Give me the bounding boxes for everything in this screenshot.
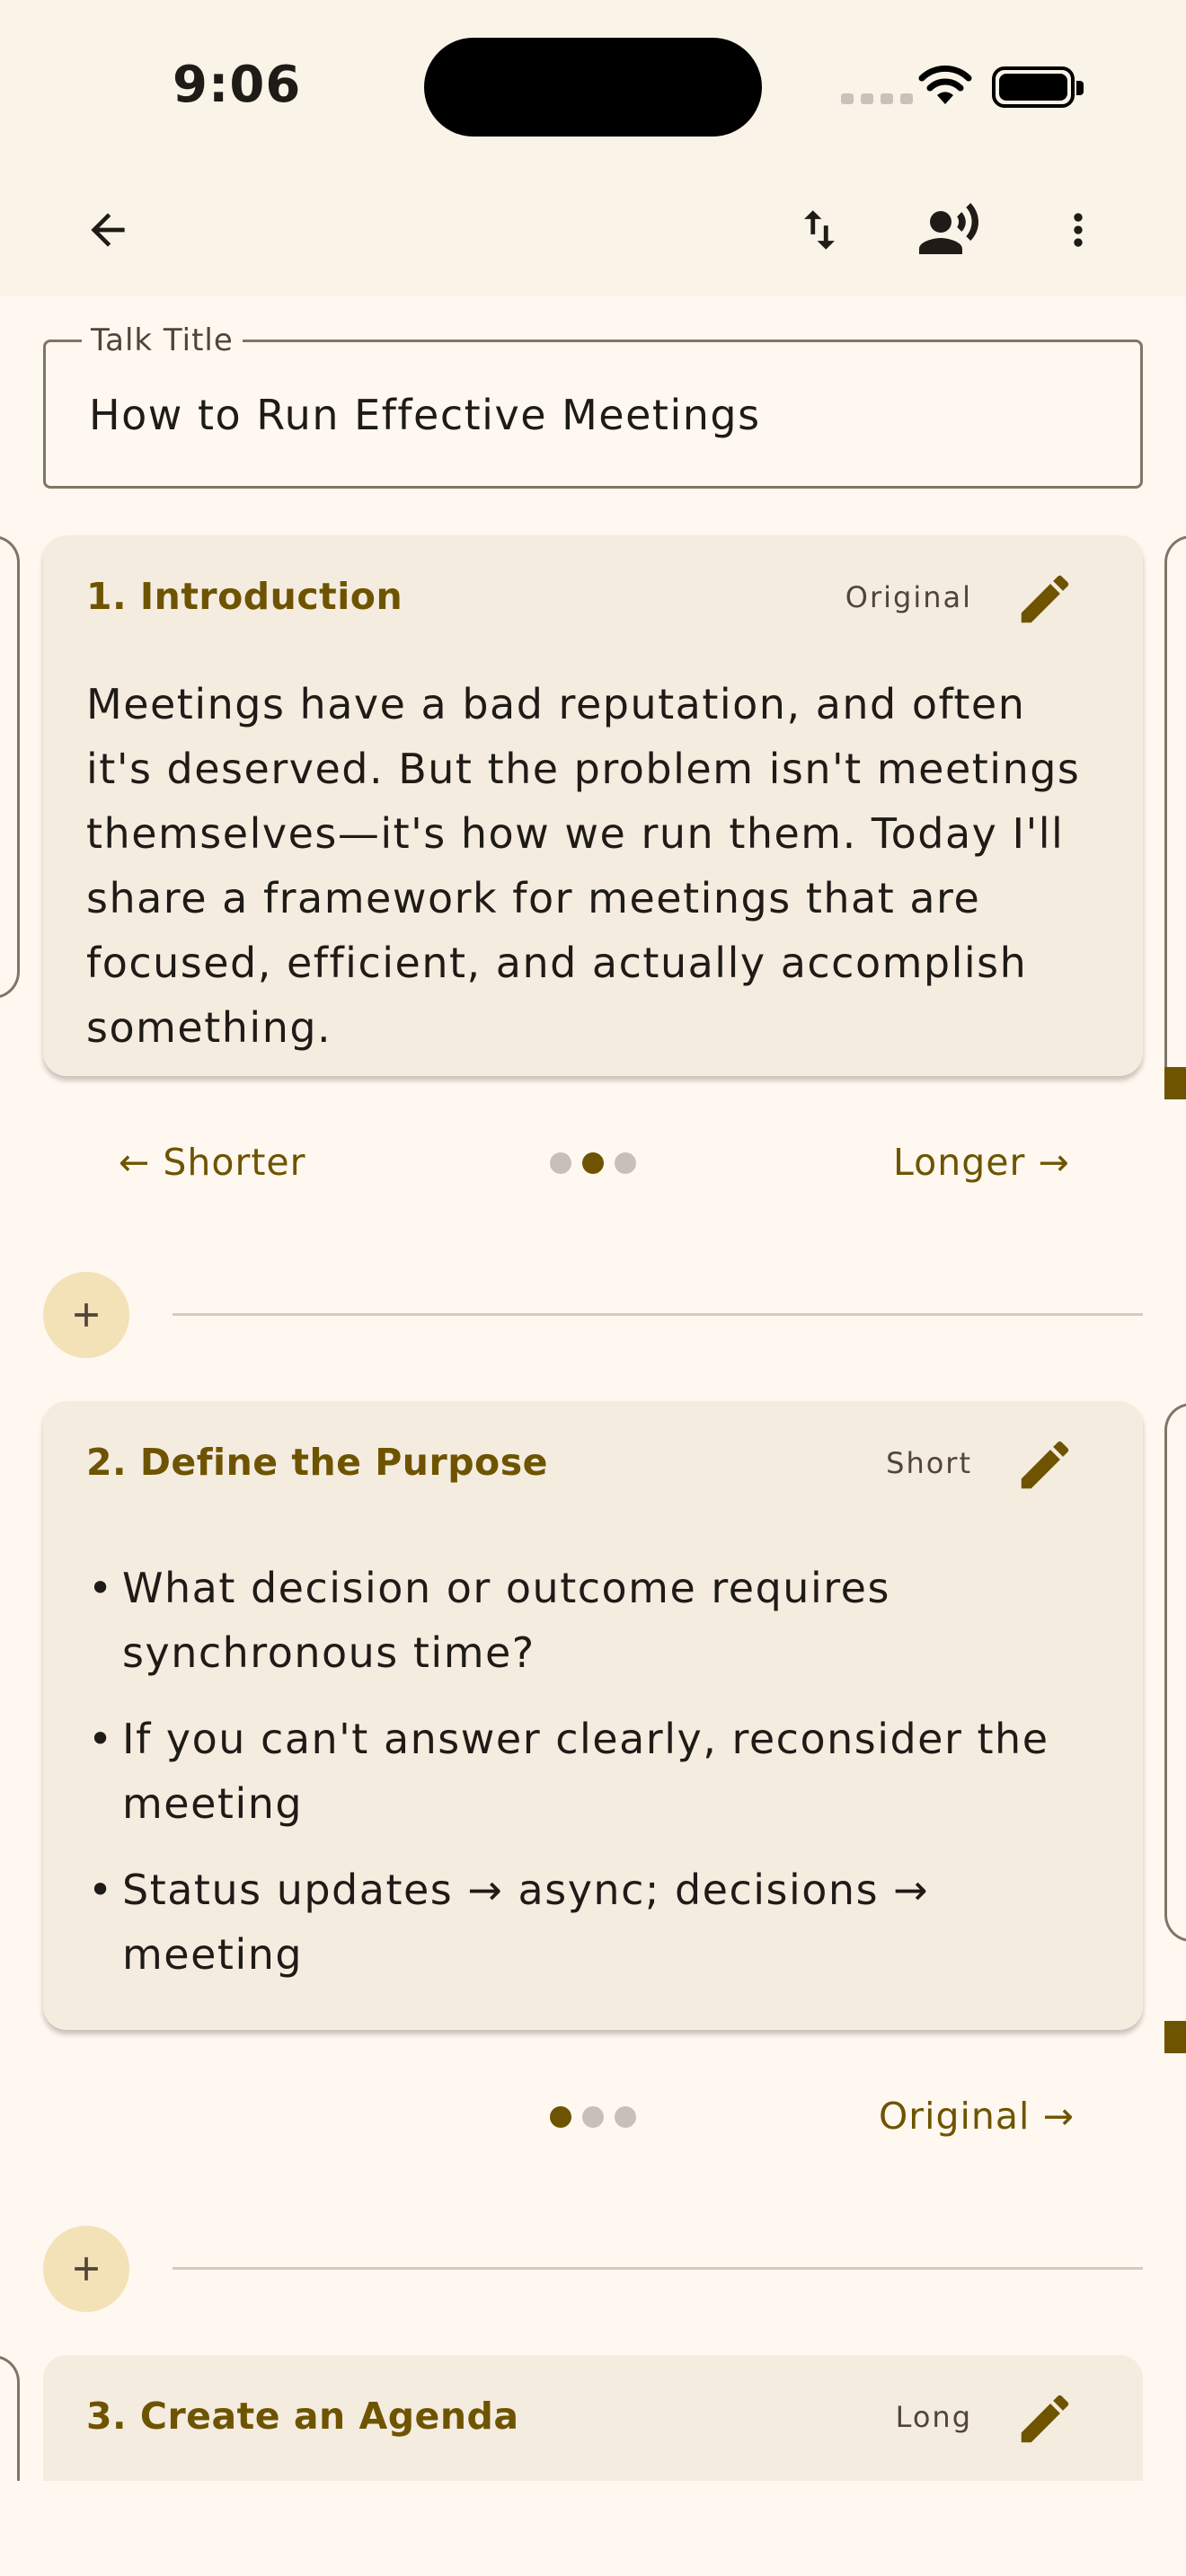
section-bullet-list: What decision or outcome requires synchr… <box>86 1556 1085 2008</box>
bottom-inset <box>0 2481 1186 2576</box>
talk-title-label: Talk Title <box>82 322 243 358</box>
bullet-item: Status updates → async; decisions → meet… <box>86 1857 1085 1987</box>
next-version-card-peek[interactable] <box>1164 535 1186 1092</box>
edit-button[interactable] <box>1013 568 1076 631</box>
section-title: 2. Define the Purpose <box>86 1441 548 1484</box>
pencil-icon <box>1021 575 1069 623</box>
pencil-icon <box>1021 2395 1069 2443</box>
back-button[interactable] <box>68 190 147 269</box>
bullet-item: What decision or outcome requires synchr… <box>86 1556 1085 1685</box>
pager-dot-active <box>550 2106 571 2128</box>
pager-dot <box>550 1152 571 1174</box>
version-badge: Short <box>886 1446 972 1480</box>
status-time: 9:06 <box>173 56 302 114</box>
version-pager-dots <box>550 1152 636 1174</box>
pencil-icon <box>1021 1441 1069 1489</box>
pager-dot-active <box>582 1152 604 1174</box>
top-app-region: 9:06 <box>0 0 1186 296</box>
section-divider <box>173 1313 1143 1316</box>
next-version-indicator <box>1164 1067 1186 1099</box>
screen: 9:06 Talk Title How to Run Effective Mee… <box>0 0 1186 2576</box>
version-pager-dots <box>550 2106 636 2128</box>
original-version-link[interactable]: Original → <box>879 2095 1075 2138</box>
version-badge: Original <box>845 580 972 614</box>
section-card[interactable]: 2. Define the Purpose Short What decisio… <box>43 1401 1143 2030</box>
pager-dot <box>582 2106 604 2128</box>
next-version-indicator <box>1164 2021 1186 2053</box>
rehearse-button[interactable] <box>907 189 990 271</box>
longer-version-link[interactable]: Longer → <box>893 1141 1070 1184</box>
shorter-version-link[interactable]: ← Shorter <box>119 1141 306 1184</box>
add-section-button[interactable] <box>43 1272 129 1358</box>
arrow-back-icon <box>91 213 125 247</box>
wifi-icon <box>918 65 972 104</box>
edit-button[interactable] <box>1013 2387 1076 2450</box>
swap-vert-icon <box>804 210 835 250</box>
edit-button[interactable] <box>1013 1434 1076 1496</box>
version-badge: Long <box>895 2400 972 2434</box>
section-divider <box>173 2267 1143 2270</box>
section-title: 3. Create an Agenda <box>86 2395 519 2438</box>
talk-title-field[interactable]: Talk Title How to Run Effective Meetings <box>43 322 1143 489</box>
pager-dot <box>615 2106 636 2128</box>
more-options-button[interactable] <box>1039 190 1118 269</box>
record-voice-icon <box>919 203 978 254</box>
section-title: 1. Introduction <box>86 575 403 618</box>
plus-icon <box>75 2257 98 2280</box>
previous-version-card-peek[interactable] <box>0 535 20 999</box>
add-section-button[interactable] <box>43 2226 129 2312</box>
plus-icon <box>75 1303 98 1327</box>
reorder-button[interactable] <box>780 190 859 269</box>
more-vert-icon <box>1074 213 1083 247</box>
bullet-item: If you can't answer clearly, reconsider … <box>86 1707 1085 1836</box>
pager-dot <box>615 1152 636 1174</box>
section-body: Meetings have a bad reputation, and ofte… <box>86 680 1081 1052</box>
section-card[interactable]: 3. Create an Agenda Long <box>43 2355 1143 2481</box>
section-card[interactable]: 1. Introduction Original Meetings have a… <box>43 535 1143 1076</box>
cellular-signal-icon <box>841 93 913 104</box>
dynamic-island <box>424 38 762 137</box>
talk-title-value[interactable]: How to Run Effective Meetings <box>89 391 761 439</box>
next-version-card-peek[interactable] <box>1164 1403 1186 1942</box>
battery-icon <box>992 66 1084 108</box>
